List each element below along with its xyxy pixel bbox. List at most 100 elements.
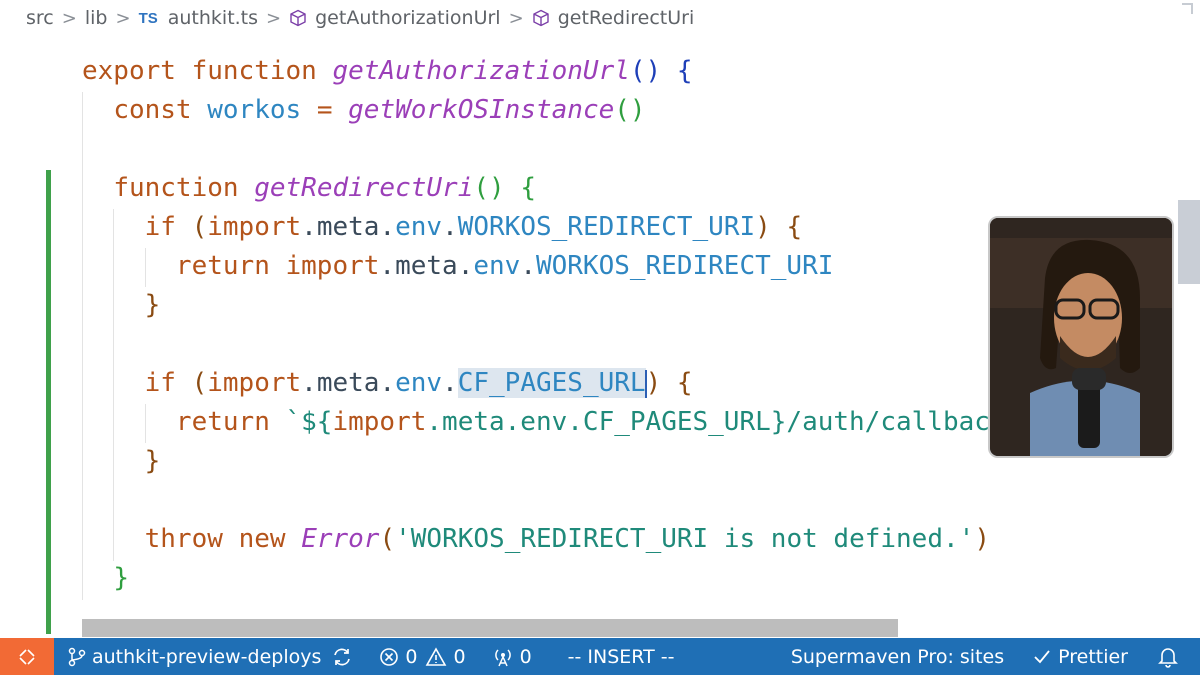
warning-icon bbox=[426, 646, 447, 666]
breadcrumb-symbol-getredirecturi[interactable]: getRedirectUri bbox=[532, 7, 694, 29]
scroll-up-icon[interactable] bbox=[1180, 2, 1194, 16]
code-token: if bbox=[144, 368, 176, 398]
webcam-video bbox=[988, 216, 1174, 458]
ports-status[interactable]: 0 bbox=[492, 646, 532, 668]
prettier-label: Prettier bbox=[1058, 645, 1128, 668]
code-token: const bbox=[113, 95, 192, 125]
breadcrumb-src[interactable]: src bbox=[26, 7, 54, 29]
code-token: throw bbox=[144, 524, 223, 554]
branch-status[interactable]: authkit-preview-deploys bbox=[68, 646, 321, 668]
code-line[interactable]: if (import.meta.env.CF_PAGES_URL) { bbox=[82, 364, 693, 403]
chevron-right-icon: > bbox=[266, 7, 282, 29]
code-token: . bbox=[442, 368, 458, 398]
typescript-icon: TS bbox=[138, 9, 158, 27]
code-token: new bbox=[238, 524, 286, 554]
code-token: getWorkOSInstance bbox=[348, 95, 615, 125]
breadcrumb-label: authkit.ts bbox=[167, 7, 259, 29]
code-token: CF_PAGES_URL bbox=[457, 368, 646, 398]
code-token: return bbox=[175, 407, 270, 437]
code-token: ( bbox=[191, 212, 208, 242]
code-token: ( bbox=[379, 524, 396, 554]
notifications-button[interactable] bbox=[1158, 646, 1184, 668]
status-bar: authkit-preview-deploys 0 0 0 -- INSERT … bbox=[0, 638, 1200, 675]
code-token: env bbox=[395, 368, 443, 398]
code-token: if bbox=[144, 212, 176, 242]
code-token: workos bbox=[207, 95, 302, 125]
code-token: function bbox=[113, 173, 239, 203]
code-token: () bbox=[629, 56, 662, 86]
sync-icon bbox=[334, 648, 351, 665]
remote-indicator[interactable] bbox=[0, 638, 54, 675]
horizontal-scrollbar[interactable] bbox=[82, 619, 898, 637]
error-icon bbox=[380, 647, 399, 666]
supermaven-status[interactable]: Supermaven Pro: sites bbox=[791, 646, 1004, 668]
breadcrumb-symbol-getauthorizationurl[interactable]: getAuthorizationUrl bbox=[289, 7, 501, 29]
code-token: } bbox=[144, 446, 161, 476]
code-token: { bbox=[676, 368, 693, 398]
code-token: .meta. bbox=[379, 251, 474, 281]
chevron-right-icon: > bbox=[508, 7, 524, 29]
code-line[interactable]: } bbox=[82, 286, 161, 325]
breadcrumb: src > lib > TS authkit.ts > getAuthoriza… bbox=[0, 0, 1200, 36]
code-line[interactable]: export function getAuthorizationUrl() { bbox=[82, 52, 693, 91]
breadcrumb-lib[interactable]: lib bbox=[85, 7, 108, 29]
check-icon bbox=[1034, 649, 1050, 663]
error-count: 0 bbox=[405, 645, 418, 668]
mode-label: -- INSERT -- bbox=[567, 645, 675, 668]
code-token: ) bbox=[974, 524, 990, 554]
code-token: import bbox=[332, 407, 427, 437]
code-line[interactable]: } bbox=[82, 442, 161, 481]
code-token: export bbox=[82, 56, 176, 86]
code-token: ) bbox=[645, 368, 662, 398]
code-token: ) bbox=[755, 212, 771, 242]
problems-status[interactable]: 0 0 bbox=[379, 645, 466, 668]
code-line[interactable]: } bbox=[82, 559, 129, 598]
code-line[interactable]: if (import.meta.env.WORKOS_REDIRECT_URI)… bbox=[82, 208, 802, 247]
code-token: import bbox=[285, 251, 380, 281]
presenter-image bbox=[990, 218, 1172, 456]
code-token: } bbox=[113, 563, 129, 593]
code-token: { bbox=[676, 56, 693, 86]
code-token: ( bbox=[191, 368, 208, 398]
code-token: . bbox=[442, 212, 458, 242]
chevron-right-icon: > bbox=[61, 7, 77, 29]
code-line[interactable]: throw new Error('WORKOS_REDIRECT_URI is … bbox=[82, 520, 990, 559]
warning-count: 0 bbox=[453, 645, 466, 668]
code-line[interactable]: function getRedirectUri() { bbox=[82, 169, 536, 208]
code-token: import bbox=[207, 212, 302, 242]
branch-icon bbox=[68, 647, 86, 666]
prettier-status[interactable]: Prettier bbox=[1032, 646, 1128, 668]
code-token: return bbox=[175, 251, 270, 281]
cube-icon bbox=[532, 9, 549, 27]
sync-button[interactable] bbox=[331, 647, 359, 667]
code-token: .meta. bbox=[301, 368, 396, 398]
code-token: env bbox=[473, 251, 521, 281]
code-line[interactable]: return `${import.meta.env.CF_PAGES_URL}/… bbox=[82, 403, 1021, 442]
broadcast-icon bbox=[494, 648, 511, 666]
vertical-scrollbar[interactable] bbox=[1178, 200, 1200, 284]
remote-icon bbox=[19, 648, 35, 665]
code-token: . bbox=[520, 251, 536, 281]
code-token: WORKOS_REDIRECT_URI bbox=[457, 212, 756, 242]
code-line[interactable]: const workos = getWorkOSInstance() bbox=[82, 91, 645, 130]
code-line[interactable]: return import.meta.env.WORKOS_REDIRECT_U… bbox=[82, 247, 833, 286]
breadcrumb-file[interactable]: TS authkit.ts bbox=[139, 7, 258, 29]
